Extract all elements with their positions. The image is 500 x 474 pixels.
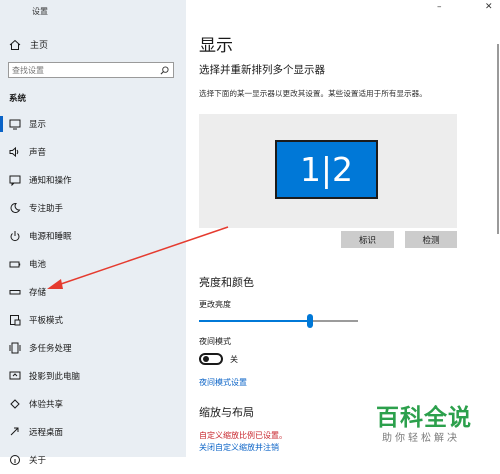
sidebar-item-label: 通知和操作 — [29, 176, 72, 186]
sidebar-item-label: 多任务处理 — [29, 344, 72, 354]
search-input[interactable] — [12, 64, 152, 76]
home-icon — [9, 39, 21, 50]
watermark-title: 百科全说 — [376, 405, 472, 431]
search-icon[interactable] — [160, 66, 169, 75]
sidebar-item-notifications[interactable]: 通知和操作 — [0, 166, 186, 194]
sidebar-item-remote-desktop[interactable]: 远程桌面 — [0, 418, 186, 446]
brightness-label: 更改亮度 — [199, 300, 231, 309]
sidebar: 设置 主页 系统 显示 声音 — [0, 0, 186, 466]
sidebar-item-sound[interactable]: 声音 — [0, 138, 186, 166]
monitor-icon — [9, 119, 21, 130]
sidebar-item-power-sleep[interactable]: 电源和睡眠 — [0, 222, 186, 250]
watermark-subtitle: 助你轻松解决 — [382, 433, 460, 444]
sidebar-item-multitasking[interactable]: 多任务处理 — [0, 334, 186, 362]
sidebar-item-label: 平板模式 — [29, 316, 64, 326]
sidebar-item-display[interactable]: 显示 — [0, 110, 186, 138]
sidebar-item-project[interactable]: 投影到此电脑 — [0, 362, 186, 390]
display-arrangement-area: 1|2 — [199, 114, 457, 228]
sidebar-item-shared-experiences[interactable]: 体验共享 — [0, 390, 186, 418]
battery-icon — [9, 261, 21, 268]
sidebar-item-about[interactable]: 关于 — [0, 446, 186, 474]
minimize-button[interactable]: – — [437, 2, 442, 12]
sidebar-item-label: 投影到此电脑 — [29, 372, 81, 382]
sidebar-item-focus-assist[interactable]: 专注助手 — [0, 194, 186, 222]
brightness-heading: 亮度和颜色 — [199, 276, 254, 289]
sidebar-item-label: 声音 — [29, 148, 47, 158]
window-title: 设置 — [32, 7, 48, 16]
notification-icon — [9, 175, 21, 186]
sidebar-nav: 显示 声音 通知和操作 专注助手 电源和睡眠 电池 存储 平板模式 多任务处理 … — [0, 110, 186, 474]
remote-icon — [10, 427, 19, 436]
sidebar-item-label: 电池 — [29, 260, 47, 270]
night-mode-state: 关 — [230, 355, 238, 364]
custom-scale-notice: 自定义缩放比例已设置。 — [199, 431, 287, 440]
sidebar-home-label: 主页 — [30, 41, 49, 51]
brightness-slider-thumb[interactable] — [307, 314, 314, 328]
sidebar-item-label: 体验共享 — [29, 400, 64, 410]
detect-button[interactable]: 检测 — [405, 231, 457, 248]
share-icon — [10, 399, 20, 409]
multitask-icon — [9, 342, 21, 354]
main-content: – ✕ 显示 选择并重新排列多个显示器 选择下面的某一显示器以更改其设置。某些设… — [186, 0, 500, 457]
rearrange-description: 选择下面的某一显示器以更改其设置。某些设置适用于所有显示器。 — [199, 89, 427, 98]
page-title: 显示 — [199, 36, 233, 56]
monitor-tile[interactable]: 1|2 — [275, 140, 378, 199]
night-mode-toggle[interactable] — [199, 353, 223, 365]
sidebar-item-label: 专注助手 — [29, 204, 64, 214]
sidebar-item-battery[interactable]: 电池 — [0, 250, 186, 278]
rearrange-heading: 选择并重新排列多个显示器 — [199, 64, 325, 76]
brightness-slider-fill — [199, 320, 311, 322]
sidebar-section-title: 系统 — [9, 94, 27, 104]
night-mode-settings-link[interactable]: 夜间模式设置 — [199, 377, 247, 388]
brightness-slider[interactable] — [199, 314, 358, 328]
sidebar-item-label: 显示 — [29, 120, 47, 130]
night-mode-label: 夜间模式 — [199, 337, 231, 346]
power-icon — [10, 231, 20, 242]
sidebar-item-label: 电源和睡眠 — [29, 232, 72, 242]
speaker-icon — [9, 146, 19, 158]
tablet-icon — [10, 315, 21, 326]
sidebar-item-tablet-mode[interactable]: 平板模式 — [0, 306, 186, 334]
identify-button[interactable]: 标识 — [341, 231, 394, 248]
custom-scale-signout-link[interactable]: 关闭自定义缩放并注销 — [199, 442, 279, 453]
search-box[interactable] — [8, 62, 174, 78]
toggle-knob — [203, 356, 209, 362]
moon-icon — [10, 202, 21, 213]
storage-icon — [9, 290, 21, 295]
sidebar-home[interactable]: 主页 — [9, 38, 48, 51]
scale-heading: 缩放与布局 — [199, 406, 254, 419]
sidebar-item-storage[interactable]: 存储 — [0, 278, 186, 306]
scrollbar[interactable] — [497, 44, 499, 234]
info-icon — [10, 455, 20, 465]
project-icon — [9, 371, 21, 380]
sidebar-item-label: 存储 — [29, 288, 47, 298]
sidebar-item-label: 关于 — [29, 456, 47, 466]
sidebar-item-label: 远程桌面 — [29, 428, 64, 438]
close-button[interactable]: ✕ — [485, 2, 493, 12]
